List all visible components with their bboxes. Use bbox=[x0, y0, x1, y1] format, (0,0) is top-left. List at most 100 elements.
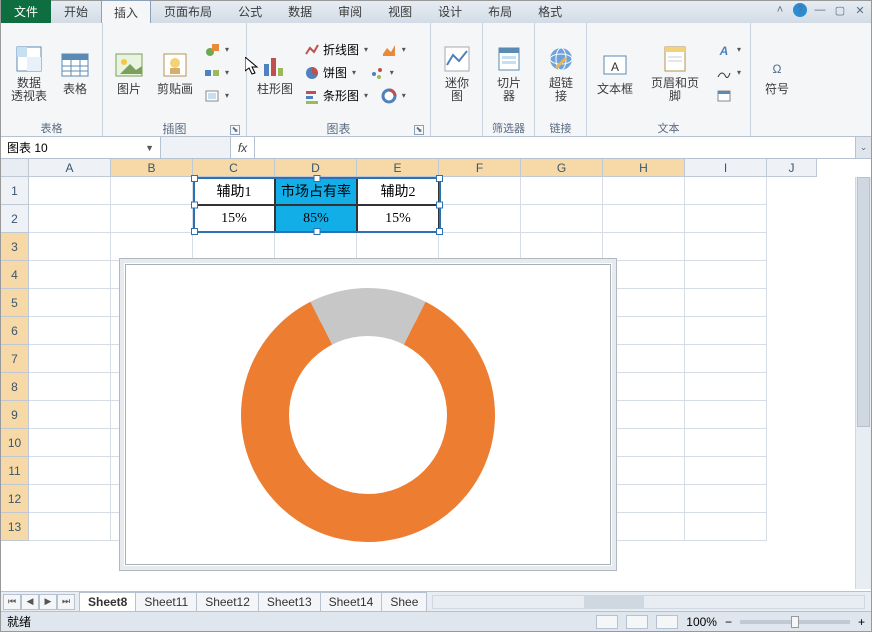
picture-button[interactable]: 图片 bbox=[109, 47, 149, 98]
svg-text:A: A bbox=[719, 44, 729, 58]
sheet-nav-next[interactable]: ▶ bbox=[39, 594, 57, 610]
row-10[interactable]: 10 bbox=[1, 429, 29, 457]
tab-format[interactable]: 格式 bbox=[525, 0, 575, 23]
row-3[interactable]: 3 bbox=[1, 233, 29, 261]
zoom-slider[interactable] bbox=[740, 620, 850, 624]
row-1[interactable]: 1 bbox=[1, 177, 29, 205]
restore-icon[interactable]: ▢ bbox=[833, 3, 847, 17]
row-13[interactable]: 13 bbox=[1, 513, 29, 541]
formula-expand-icon[interactable]: ⌄ bbox=[855, 137, 871, 158]
col-E[interactable]: E bbox=[357, 159, 439, 177]
tab-layout[interactable]: 页面布局 bbox=[151, 0, 225, 23]
status-ready: 就绪 bbox=[7, 613, 31, 630]
sheet-tab[interactable]: Sheet13 bbox=[258, 592, 321, 611]
textbox-button[interactable]: A 文本框 bbox=[593, 47, 637, 98]
table-button[interactable]: 表格 bbox=[55, 47, 95, 98]
horizontal-scrollbar[interactable] bbox=[432, 595, 865, 609]
col-G[interactable]: G bbox=[521, 159, 603, 177]
zoom-in-icon[interactable]: + bbox=[858, 615, 865, 629]
slicer-button[interactable]: 切片器 bbox=[489, 41, 529, 105]
symbol-button[interactable]: Ω 符号 bbox=[757, 47, 797, 98]
ribbon-min-icon[interactable]: ˄ bbox=[773, 3, 787, 17]
view-layout-button[interactable] bbox=[626, 615, 648, 629]
pivot-table-button[interactable]: 数据 透视表 bbox=[7, 41, 51, 105]
tab-data[interactable]: 数据 bbox=[275, 0, 325, 23]
row-4[interactable]: 4 bbox=[1, 261, 29, 289]
row-9[interactable]: 9 bbox=[1, 401, 29, 429]
minimize-icon[interactable]: — bbox=[813, 3, 827, 17]
zoom-out-icon[interactable]: − bbox=[725, 615, 732, 629]
row-5[interactable]: 5 bbox=[1, 289, 29, 317]
header-footer-button[interactable]: 页眉和页脚 bbox=[641, 41, 709, 105]
line-chart-button[interactable]: 折线图▾ ▾ bbox=[301, 39, 413, 61]
col-H[interactable]: H bbox=[603, 159, 685, 177]
column-chart-button[interactable]: 柱形图 bbox=[253, 47, 297, 98]
sheet-tab[interactable]: Sheet8 bbox=[79, 592, 136, 611]
sheet-tab[interactable]: Sheet11 bbox=[135, 592, 197, 611]
tab-home[interactable]: 开始 bbox=[51, 0, 101, 23]
tab-chartlayout[interactable]: 布局 bbox=[475, 0, 525, 23]
sparkline-button[interactable]: 迷你图 bbox=[437, 41, 477, 105]
tab-design[interactable]: 设计 bbox=[425, 0, 475, 23]
formula-bar: 图表 10▼ fx ⌄ bbox=[1, 137, 871, 159]
sheet-tab[interactable]: Shee bbox=[381, 592, 427, 611]
view-normal-button[interactable] bbox=[596, 615, 618, 629]
charts-dialog-icon[interactable]: ⬊ bbox=[414, 125, 424, 135]
bar-chart-button[interactable]: 条形图▾ ▾ bbox=[301, 85, 413, 107]
row-7[interactable]: 7 bbox=[1, 345, 29, 373]
clipart-button[interactable]: 剪贴画 bbox=[153, 47, 197, 98]
shapes-button[interactable]: ▾ bbox=[201, 39, 232, 61]
group-symbols-label bbox=[755, 120, 799, 136]
illus-dialog-icon[interactable]: ⬊ bbox=[230, 125, 240, 135]
column-headers[interactable]: A B C D E F G H I J bbox=[29, 159, 817, 177]
vertical-scrollbar[interactable] bbox=[855, 177, 871, 589]
col-B[interactable]: B bbox=[111, 159, 193, 177]
group-illus-label: 插图⬊ bbox=[107, 120, 242, 136]
chart-object[interactable] bbox=[119, 258, 617, 571]
sheet-nav-prev[interactable]: ◀ bbox=[21, 594, 39, 610]
window-controls: ˄ ? — ▢ ✕ bbox=[773, 3, 867, 17]
smartart-button[interactable]: ▾ bbox=[201, 62, 232, 84]
close-icon[interactable]: ✕ bbox=[853, 3, 867, 17]
group-spark-label bbox=[435, 120, 478, 136]
group-text-label: 文本 bbox=[591, 120, 746, 136]
row-6[interactable]: 6 bbox=[1, 317, 29, 345]
row-8[interactable]: 8 bbox=[1, 373, 29, 401]
hyperlink-button[interactable]: 超链接 bbox=[541, 41, 581, 105]
sheet-tab[interactable]: Sheet14 bbox=[320, 592, 383, 611]
tab-insert[interactable]: 插入 bbox=[101, 0, 151, 23]
col-I[interactable]: I bbox=[685, 159, 767, 177]
sheet-tab-bar: ⏮ ◀ ▶ ⏭ Sheet8 Sheet11 Sheet12 Sheet13 S… bbox=[1, 591, 871, 611]
wordart-button[interactable]: A▾ bbox=[713, 39, 744, 61]
sheet-tab[interactable]: Sheet12 bbox=[196, 592, 259, 611]
pie-chart-button[interactable]: 饼图▾ ▾ bbox=[301, 62, 413, 84]
namebox-dropdown-icon[interactable]: ▼ bbox=[145, 143, 154, 153]
name-box[interactable]: 图表 10▼ bbox=[1, 137, 161, 158]
group-tables-label: 表格 bbox=[5, 120, 98, 136]
select-all-corner[interactable] bbox=[1, 159, 29, 177]
tab-file[interactable]: 文件 bbox=[1, 0, 51, 23]
fx-icon[interactable]: fx bbox=[231, 137, 255, 158]
signature-button[interactable]: ▾ bbox=[713, 62, 744, 84]
tab-view[interactable]: 视图 bbox=[375, 0, 425, 23]
row-12[interactable]: 12 bbox=[1, 485, 29, 513]
worksheet-grid[interactable]: A B C D E F G H I J 1 2 3 4 5 6 7 8 9 10… bbox=[1, 159, 871, 589]
col-J[interactable]: J bbox=[767, 159, 817, 177]
sheet-nav-first[interactable]: ⏮ bbox=[3, 594, 21, 610]
screenshot-button[interactable]: ▾ bbox=[201, 85, 232, 107]
row-11[interactable]: 11 bbox=[1, 457, 29, 485]
view-pagebreak-button[interactable] bbox=[656, 615, 678, 629]
formula-input[interactable] bbox=[255, 137, 855, 158]
object-button[interactable] bbox=[713, 85, 744, 107]
row-2[interactable]: 2 bbox=[1, 205, 29, 233]
tab-formulas[interactable]: 公式 bbox=[225, 0, 275, 23]
sheet-nav-last[interactable]: ⏭ bbox=[57, 594, 75, 610]
help-icon[interactable]: ? bbox=[793, 3, 807, 17]
col-C[interactable]: C bbox=[193, 159, 275, 177]
row-headers[interactable]: 1 2 3 4 5 6 7 8 9 10 11 12 13 bbox=[1, 177, 29, 541]
col-A[interactable]: A bbox=[29, 159, 111, 177]
col-F[interactable]: F bbox=[439, 159, 521, 177]
zoom-level[interactable]: 100% bbox=[686, 615, 717, 629]
tab-review[interactable]: 审阅 bbox=[325, 0, 375, 23]
donut-chart[interactable] bbox=[241, 288, 495, 542]
